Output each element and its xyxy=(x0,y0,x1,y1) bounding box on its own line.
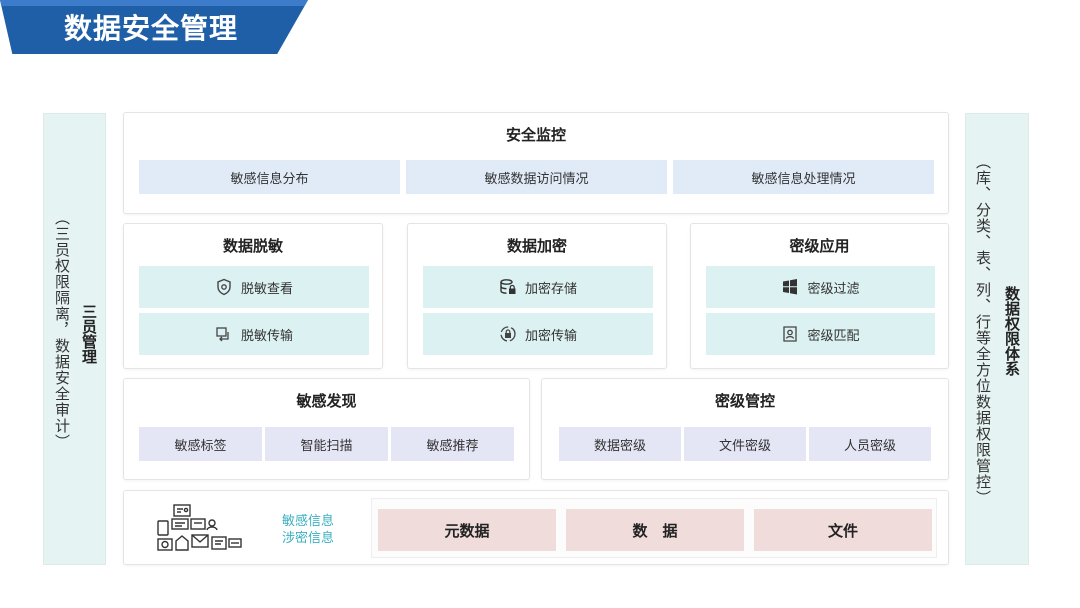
three-admin-title: 三员管理 xyxy=(80,304,98,364)
data-permission-description: （库、分类、表、列、行等全方位数据权限管控） xyxy=(974,154,992,506)
desensitize-view: 脱敏查看 xyxy=(139,266,369,308)
monitor-item: 敏感数据访问情况 xyxy=(406,160,667,194)
discovery-item: 智能扫描 xyxy=(265,427,388,461)
encrypt-storage-label: 加密存储 xyxy=(524,281,577,297)
data-block: 数 据 xyxy=(566,509,744,551)
level-control-title: 密级管控 xyxy=(714,392,775,410)
data-type-group: 元数据 数 据 文件 xyxy=(371,498,937,558)
windows-filter-icon xyxy=(781,278,799,296)
security-monitor-panel: 安全监控 敏感信息分布 敏感数据访问情况 敏感信息处理情况 xyxy=(123,112,949,214)
sensitive-info-label: 敏感信息 xyxy=(282,514,335,529)
file-block: 文件 xyxy=(754,509,932,551)
three-admin-description: （三员权限隔离，数据安全审计） xyxy=(53,210,71,450)
discovery-item: 敏感推荐 xyxy=(391,427,514,461)
person-badge-icon xyxy=(781,325,799,343)
level-control-item: 数据密级 xyxy=(559,427,681,461)
classification-match: 密级匹配 xyxy=(706,313,935,355)
data-permission-title: 数据权限体系 xyxy=(1003,286,1021,376)
transfer-icon xyxy=(215,325,233,343)
classification-filter-label: 密级过滤 xyxy=(807,281,860,297)
encrypt-panel: 数据加密 加密存储 加密传输 xyxy=(407,223,667,369)
lock-transfer-icon xyxy=(499,325,517,343)
desensitize-transfer-label: 脱敏传输 xyxy=(240,328,293,344)
devices-illustration-icon xyxy=(156,503,252,555)
encrypt-storage: 加密存储 xyxy=(423,266,653,308)
shield-eye-icon xyxy=(215,278,233,296)
desensitize-view-label: 脱敏查看 xyxy=(240,281,293,297)
data-source-panel: 敏感信息 涉密信息 元数据 数 据 文件 xyxy=(123,490,949,565)
desensitize-title: 数据脱敏 xyxy=(222,237,283,255)
discovery-item: 敏感标签 xyxy=(139,427,262,461)
page-title: 数据安全管理 xyxy=(64,12,239,45)
level-control-item: 人员密级 xyxy=(809,427,931,461)
monitor-item: 敏感信息处理情况 xyxy=(673,160,934,194)
discovery-panel: 敏感发现 敏感标签 智能扫描 敏感推荐 xyxy=(123,378,530,480)
discovery-title: 敏感发现 xyxy=(296,392,357,410)
secret-info-label: 涉密信息 xyxy=(282,531,335,546)
metadata-block: 元数据 xyxy=(378,509,556,551)
security-monitor-title: 安全监控 xyxy=(505,126,566,144)
level-control-item: 文件密级 xyxy=(684,427,806,461)
encrypt-transfer-label: 加密传输 xyxy=(524,328,577,344)
classification-match-label: 密级匹配 xyxy=(807,328,860,344)
classification-filter: 密级过滤 xyxy=(706,266,935,308)
classification-title: 密级应用 xyxy=(789,237,850,255)
database-lock-icon xyxy=(499,278,517,296)
desensitize-transfer: 脱敏传输 xyxy=(139,313,369,355)
classification-panel: 密级应用 密级过滤 密级匹配 xyxy=(690,223,949,369)
encrypt-transfer: 加密传输 xyxy=(423,313,653,355)
data-permission-panel: （库、分类、表、列、行等全方位数据权限管控） 数据权限体系 xyxy=(965,113,1029,565)
level-control-panel: 密级管控 数据密级 文件密级 人员密级 xyxy=(541,378,949,480)
desensitize-panel: 数据脱敏 脱敏查看 脱敏传输 xyxy=(123,223,383,369)
three-admin-panel: （三员权限隔离，数据安全审计） 三员管理 xyxy=(43,113,106,565)
encrypt-title: 数据加密 xyxy=(506,237,567,255)
monitor-item: 敏感信息分布 xyxy=(139,160,400,194)
